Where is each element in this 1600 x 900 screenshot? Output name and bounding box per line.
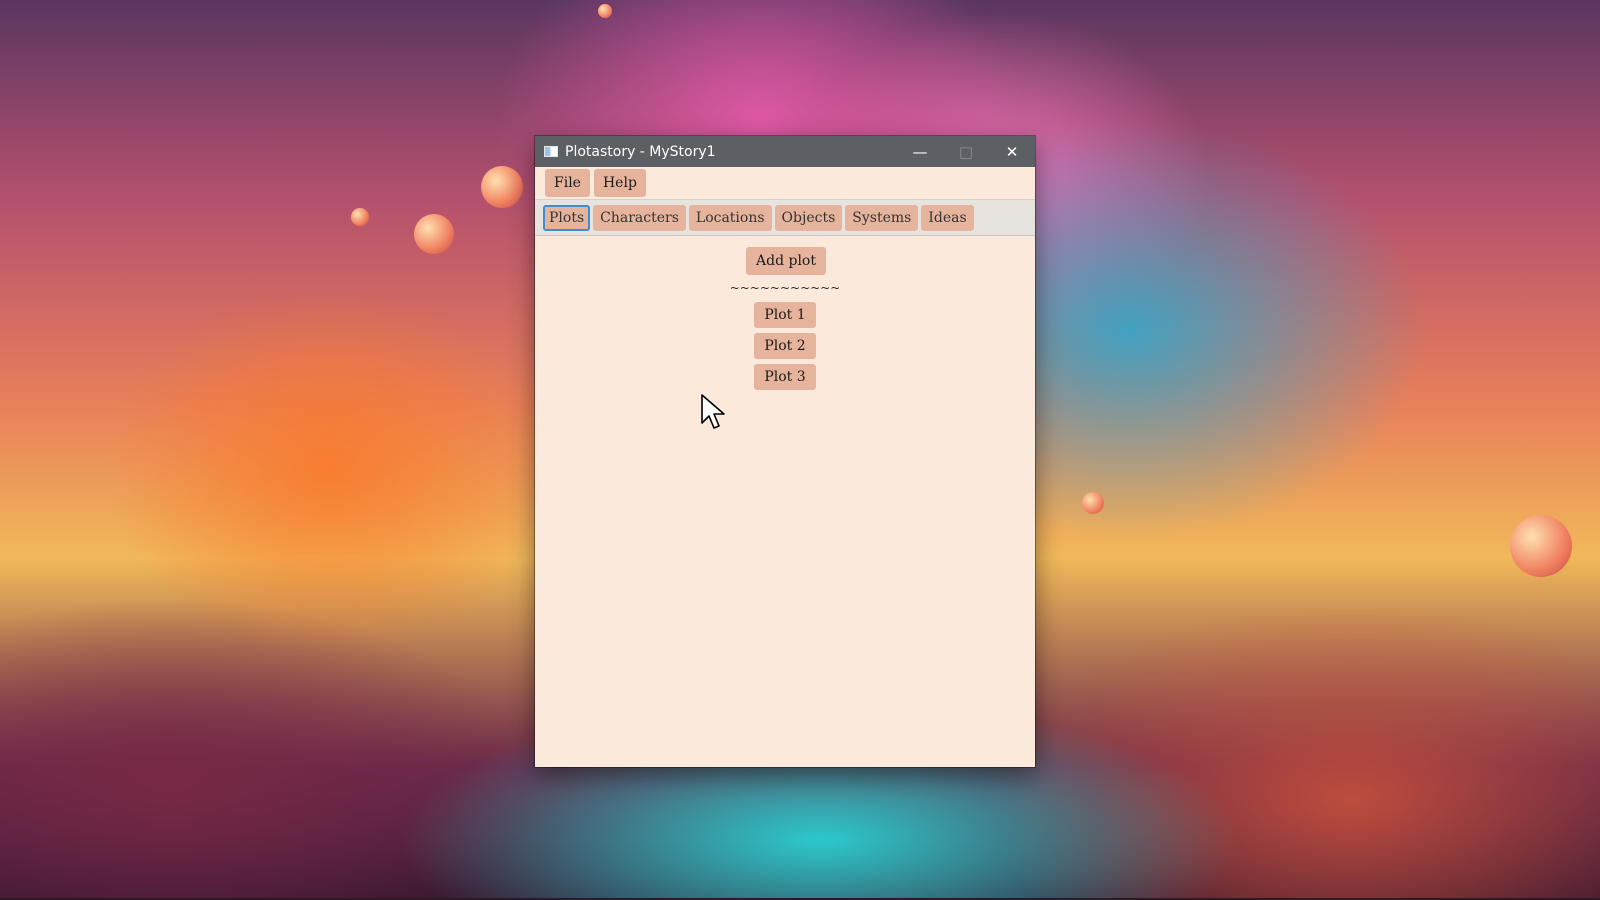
maximize-button[interactable]: □	[943, 136, 989, 167]
plot-button[interactable]: Plot 1	[754, 302, 816, 328]
wallpaper-bubble	[1510, 515, 1572, 577]
wallpaper-bubble	[414, 214, 454, 254]
tab-objects[interactable]: Objects	[774, 204, 843, 231]
tab-characters[interactable]: Characters	[593, 204, 686, 231]
menu-bar: File Help	[535, 167, 1035, 200]
separator-text: ~~~~~~~~~~~	[729, 281, 841, 295]
window-icon	[544, 146, 558, 157]
tab-systems[interactable]: Systems	[845, 204, 919, 231]
title-bar[interactable]: Plotastory - MyStory1 — □ ✕	[535, 136, 1035, 167]
wallpaper-bubble	[351, 208, 369, 226]
minimize-button[interactable]: —	[897, 136, 943, 167]
menu-help[interactable]: Help	[593, 169, 646, 197]
add-plot-button[interactable]: Add plot	[746, 247, 826, 275]
plot-button[interactable]: Plot 3	[754, 364, 816, 390]
tab-plots[interactable]: Plots	[543, 204, 591, 231]
plot-list: Plot 1 Plot 2 Plot 3	[754, 297, 816, 390]
close-button[interactable]: ✕	[989, 136, 1035, 167]
menu-file[interactable]: File	[545, 169, 590, 197]
mouse-pointer-icon	[701, 394, 725, 429]
wallpaper-bubble	[598, 4, 612, 18]
app-window: Plotastory - MyStory1 — □ ✕ File Help Pl…	[535, 136, 1035, 767]
plot-button[interactable]: Plot 2	[754, 333, 816, 359]
tab-locations[interactable]: Locations	[688, 204, 772, 231]
plots-panel: Add plot ~~~~~~~~~~~ Plot 1 Plot 2 Plot …	[535, 236, 1035, 390]
wallpaper-bubble	[481, 166, 523, 208]
window-title: Plotastory - MyStory1	[565, 143, 716, 160]
tab-bar: Plots Characters Locations Objects Syste…	[535, 200, 1035, 236]
tab-ideas[interactable]: Ideas	[921, 204, 974, 231]
wallpaper-bubble	[1082, 492, 1104, 514]
